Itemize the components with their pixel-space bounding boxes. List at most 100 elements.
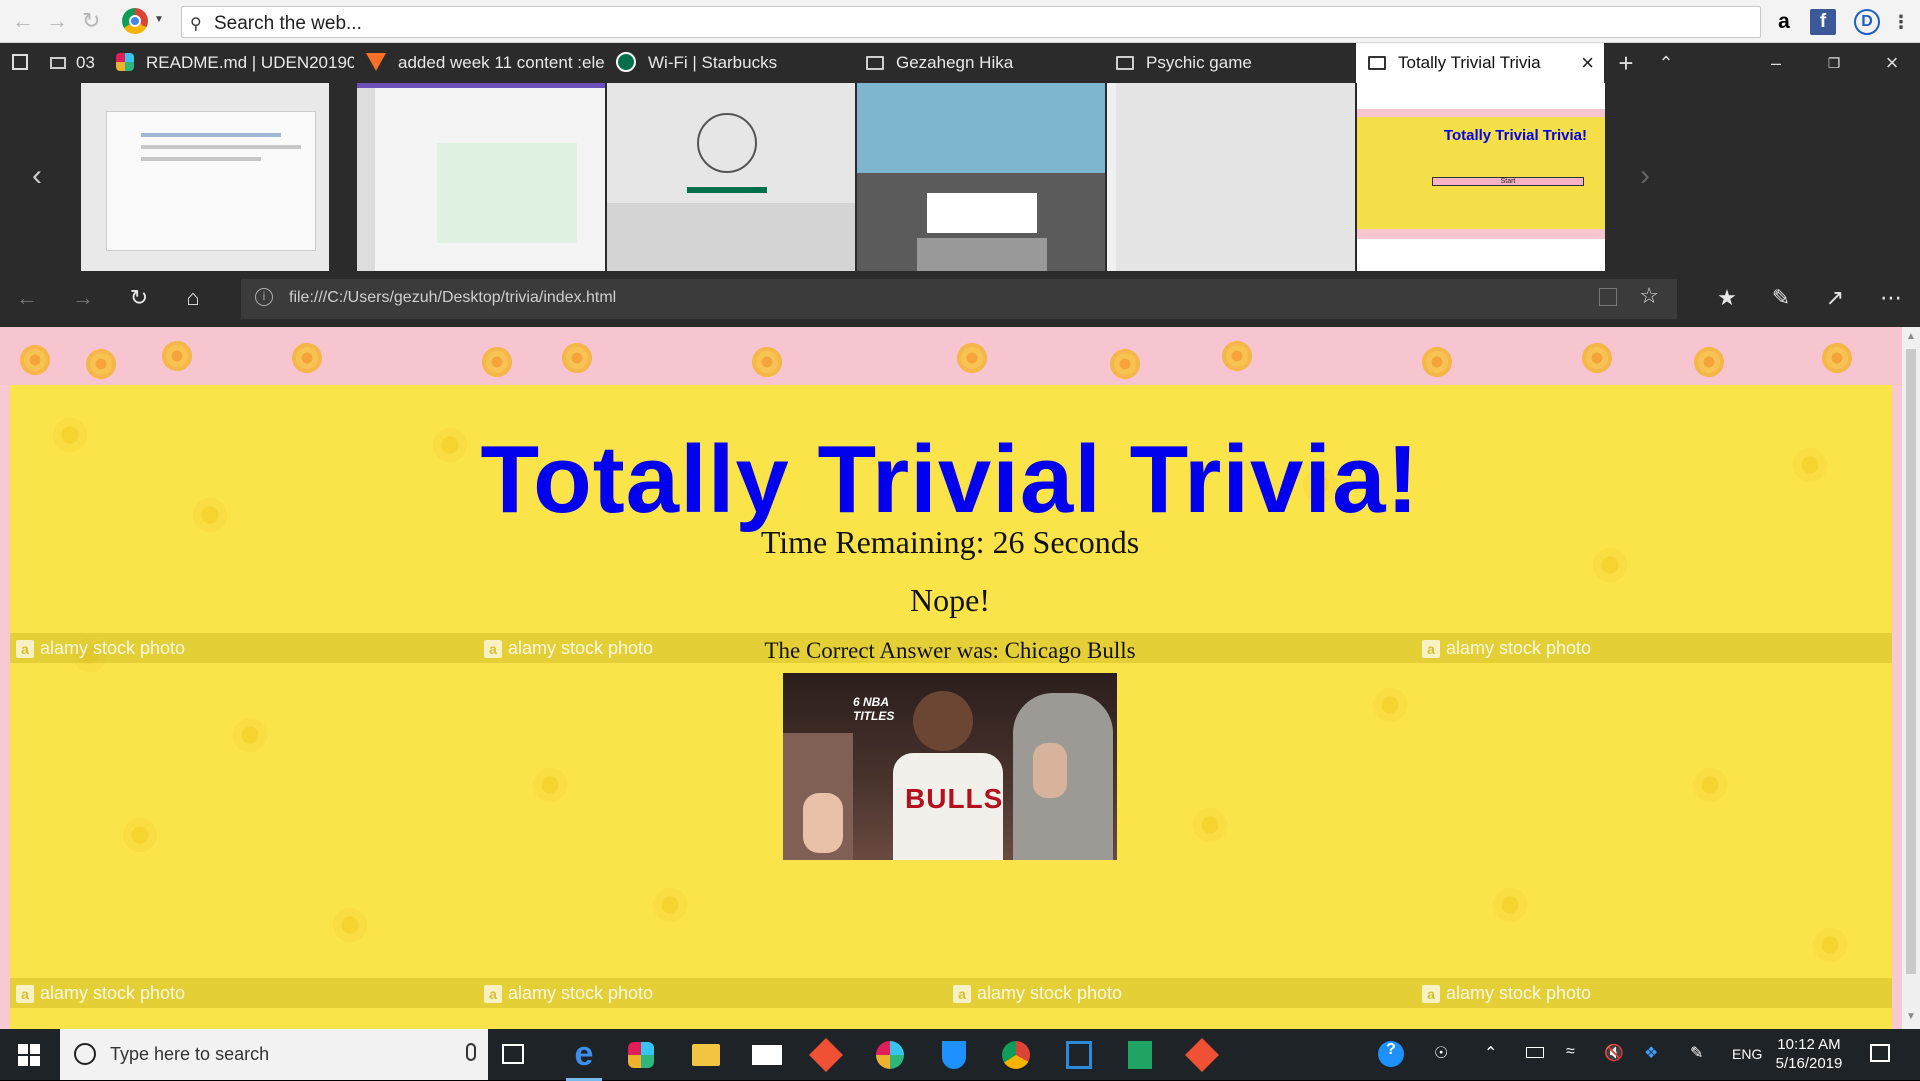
preview-title: Totally Trivial Trivia! — [1443, 127, 1587, 144]
tab-label: Totally Trivial Trivia — [1398, 53, 1541, 72]
volume-muted-icon[interactable]: 🔇 — [1604, 1043, 1624, 1063]
preview-starbucks[interactable] — [607, 83, 855, 271]
dashlane-icon[interactable]: D — [1854, 9, 1880, 35]
close-window-icon[interactable]: × — [1872, 43, 1912, 83]
tab-preview-icon[interactable] — [12, 54, 28, 70]
new-tab-icon[interactable]: + — [1606, 43, 1646, 83]
back-icon[interactable]: ← — [12, 10, 34, 32]
close-tab-icon[interactable]: × — [1581, 43, 1594, 83]
tab-trivia[interactable]: Totally Trivial Trivia × — [1356, 43, 1604, 83]
chevron-left-icon[interactable]: ‹ — [32, 159, 42, 193]
refresh-icon[interactable]: ↻ — [124, 285, 154, 311]
task-view-icon[interactable] — [502, 1044, 524, 1064]
game-title: Totally Trivial Trivia! — [480, 426, 1420, 533]
chevron-up-icon[interactable]: ⌃ — [1484, 1043, 1497, 1063]
page-icon — [1368, 56, 1386, 70]
gif-caption: 6 NBA TITLES — [853, 695, 895, 723]
help-icon[interactable]: ? — [1378, 1041, 1404, 1067]
clock-time: 10:12 AM — [1777, 1036, 1841, 1053]
address-bar[interactable]: i file:///C:/Users/gezuh/Desktop/trivia/… — [241, 279, 1677, 319]
preview-readme[interactable] — [81, 83, 329, 271]
chrome-icon[interactable] — [1002, 1041, 1030, 1069]
pen-icon[interactable]: ✎ — [1766, 285, 1796, 311]
starbucks-icon — [616, 52, 636, 72]
tab-set-aside-icon — [50, 57, 66, 69]
page-viewport: a alamy stock photo a alamy stock photo aa… — [0, 327, 1920, 1029]
preview-gitlab[interactable] — [357, 83, 605, 271]
slack-app-icon[interactable] — [876, 1041, 904, 1069]
preview-psychic[interactable] — [1107, 83, 1355, 271]
edge-icon[interactable]: e — [566, 1037, 602, 1081]
chevron-right-icon[interactable]: › — [1640, 159, 1650, 193]
more-icon[interactable]: ⋯ — [1876, 285, 1906, 311]
vscode-icon[interactable] — [1066, 1041, 1092, 1069]
tab-gitlab[interactable]: added week 11 content :ele — [366, 43, 604, 83]
pen-workspace-icon[interactable]: ✎ — [1690, 1043, 1703, 1063]
restore-icon[interactable]: ❐ — [1814, 43, 1854, 83]
time-remaining: Time Remaining: 26 Seconds — [760, 524, 1140, 560]
slack-icon — [116, 53, 134, 71]
taskbar: Type here to search e ? ☉ ⌃ ≈ 🔇 ❖ ✎ ENG … — [0, 1029, 1920, 1081]
tab-psychic[interactable]: Psychic game — [1116, 43, 1354, 83]
chrome-icon[interactable] — [122, 8, 148, 34]
tab-label: Psychic game — [1146, 53, 1252, 72]
forward-icon[interactable]: → — [46, 10, 68, 32]
microphone-icon[interactable] — [466, 1043, 476, 1061]
cortana-icon — [74, 1043, 96, 1065]
correct-answer: The Correct Answer was: Chicago Bulls — [764, 638, 1136, 663]
preview-start-button: Start — [1432, 177, 1584, 186]
people-icon[interactable]: ☉ — [1434, 1043, 1448, 1063]
defender-icon[interactable] — [942, 1041, 966, 1069]
answer-gif: BULLS 6 NBA TITLES — [783, 673, 1117, 860]
dropbox-icon[interactable]: ❖ — [1644, 1043, 1658, 1063]
scroll-up-icon[interactable]: ▲ — [1906, 331, 1916, 342]
mail-icon[interactable] — [752, 1045, 782, 1065]
git-icon[interactable] — [809, 1038, 843, 1072]
favorites-icon[interactable]: ★ — [1712, 285, 1742, 311]
search-placeholder: Search the web... — [214, 13, 362, 34]
home-icon[interactable]: ⌂ — [178, 285, 208, 311]
file-explorer-icon[interactable] — [692, 1044, 720, 1066]
tab-label: README.md | UDEN201903 — [146, 53, 354, 72]
refresh-icon[interactable]: ↻ — [82, 10, 100, 32]
search-input[interactable]: ⚲ Search the web... — [181, 6, 1761, 38]
share-icon[interactable]: ↗ — [1820, 285, 1850, 311]
notifications-icon[interactable] — [1870, 1044, 1890, 1062]
page-icon — [1116, 56, 1134, 70]
collapse-previews-icon[interactable]: ⌃ — [1646, 43, 1686, 83]
forward-icon[interactable]: → — [68, 285, 98, 311]
windows-start-icon[interactable] — [18, 1044, 40, 1066]
facebook-icon[interactable]: f — [1810, 9, 1836, 35]
battery-icon[interactable] — [1526, 1047, 1544, 1058]
clock[interactable]: 10:12 AM 5/16/2019 — [1760, 1035, 1858, 1073]
answer-result: Nope! — [910, 582, 990, 618]
page-scrollbar[interactable]: ▲ ▼ — [1902, 327, 1920, 1029]
more-icon[interactable]: ⋮ — [1888, 9, 1914, 35]
info-icon[interactable]: i — [255, 288, 273, 306]
chevron-down-icon[interactable]: ▼ — [154, 14, 164, 25]
minimize-icon[interactable]: – — [1756, 43, 1796, 83]
tab-gezahegn[interactable]: Gezahegn Hika — [866, 43, 1104, 83]
wifi-icon[interactable]: ≈ — [1566, 1043, 1575, 1061]
language-indicator[interactable]: ENG — [1732, 1046, 1762, 1062]
favorite-star-icon[interactable]: ☆ — [1639, 283, 1659, 309]
reading-view-icon[interactable] — [1599, 288, 1617, 306]
back-icon[interactable]: ← — [12, 285, 42, 311]
taskbar-search-placeholder: Type here to search — [110, 1044, 270, 1064]
browser-toolbar: ← → ↻ ⌂ i file:///C:/Users/gezuh/Desktop… — [0, 271, 1920, 327]
preview-trivia[interactable]: Totally Trivial Trivia! Start — [1357, 83, 1605, 271]
sheets-icon[interactable] — [1128, 1041, 1152, 1069]
tab-readme[interactable]: README.md | UDEN201903 — [116, 43, 354, 83]
preview-gezahegn[interactable] — [857, 83, 1105, 271]
amazon-icon[interactable]: a — [1771, 9, 1797, 35]
taskbar-search-input[interactable]: Type here to search — [60, 1029, 488, 1080]
slack-icon[interactable] — [628, 1042, 654, 1068]
search-icon: ⚲ — [190, 16, 202, 33]
tab-label: 03 — [76, 53, 95, 72]
gitlab-icon — [366, 53, 386, 71]
git-gui-icon[interactable] — [1185, 1038, 1219, 1072]
tab-starbucks[interactable]: Wi-Fi | Starbucks — [616, 43, 854, 83]
scrollbar-thumb[interactable] — [1906, 349, 1916, 974]
tab-set-aside[interactable]: 03 — [50, 43, 100, 83]
scroll-down-icon[interactable]: ▼ — [1906, 1011, 1916, 1022]
